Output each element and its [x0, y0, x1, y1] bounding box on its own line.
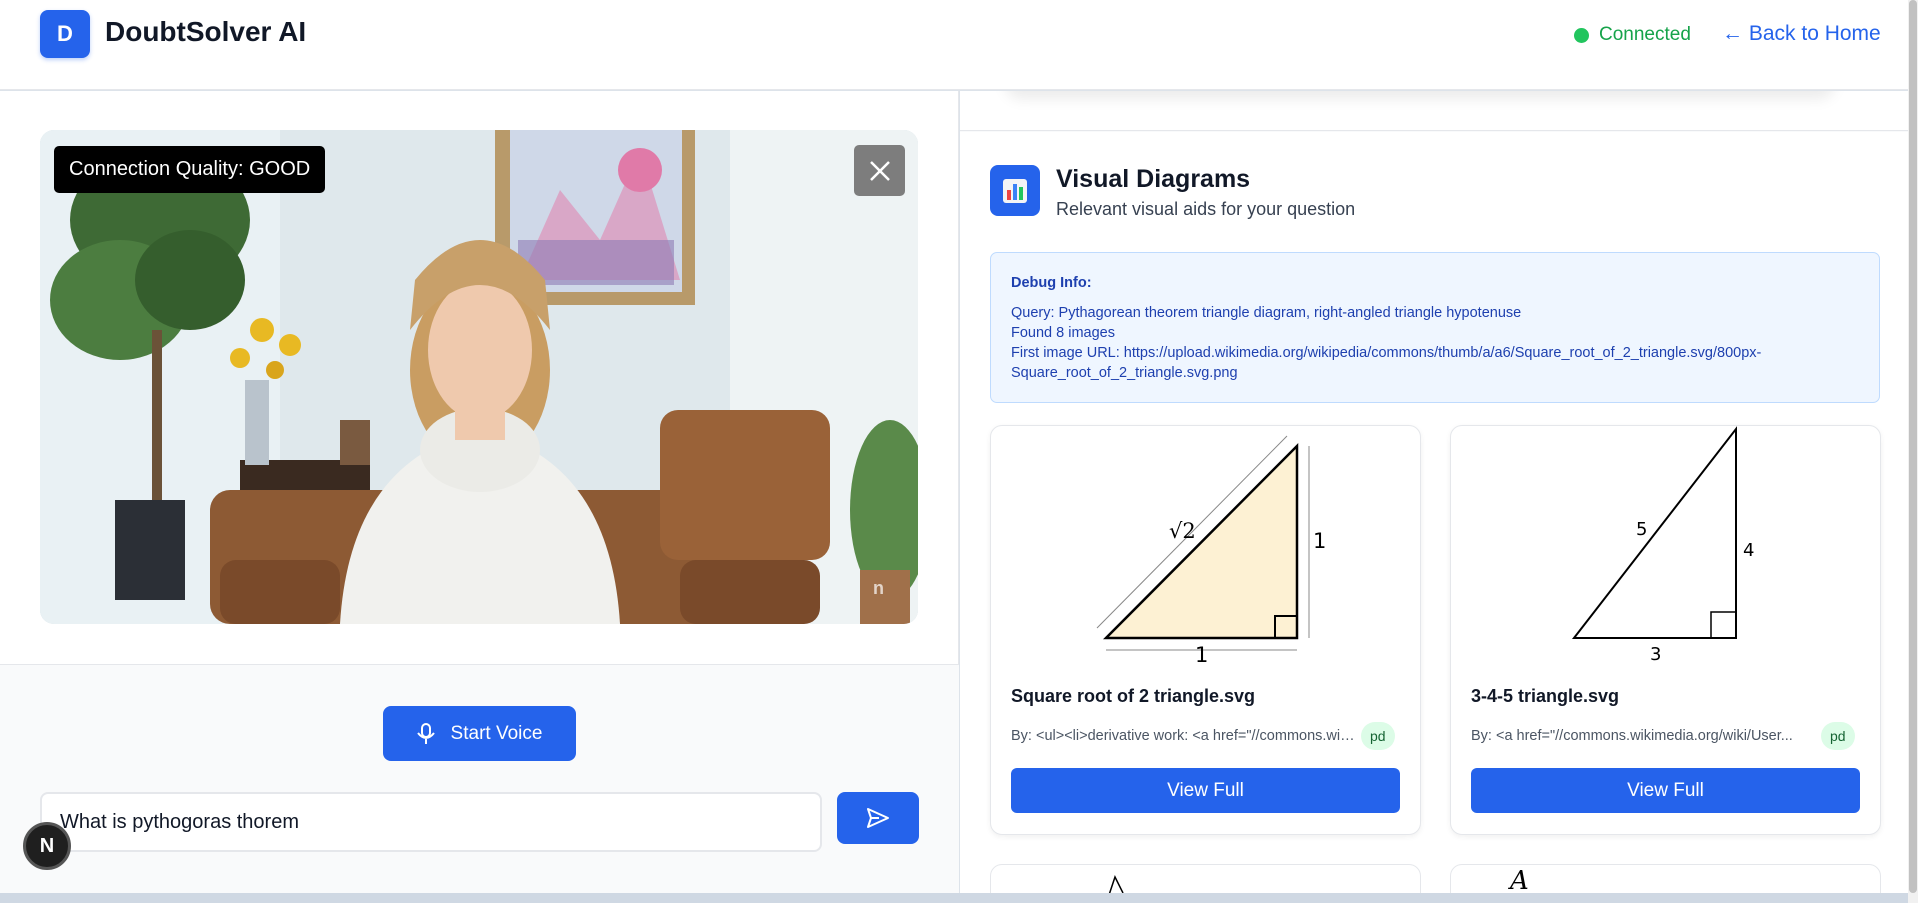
card-attribution: By: <ul><li>derivative work: <a href="//…: [1011, 728, 1361, 744]
start-voice-button[interactable]: Start Voice: [383, 706, 576, 761]
debug-query: Query: Pythagorean theorem triangle diag…: [1011, 305, 1522, 321]
connection-quality-badge: Connection Quality: GOOD: [54, 146, 326, 193]
side-label: 4: [1743, 540, 1754, 561]
close-icon: [869, 160, 890, 181]
vertex-label: A: [1508, 866, 1529, 893]
card-attribution: By: <a href="//commons.wikimedia.org/wik…: [1471, 728, 1793, 744]
connection-status: Connected: [1574, 24, 1691, 46]
visual-diagrams-subtitle: Relevant visual aids for your question: [1056, 199, 1356, 219]
diagram-thumbnail-partial: [1108, 875, 1124, 893]
app-logo: D: [40, 10, 90, 58]
3-4-5-triangle-image: 5 4 3: [1571, 426, 1754, 665]
license-badge: pd: [1361, 722, 1395, 750]
status-label: Connected: [1599, 24, 1691, 45]
question-input[interactable]: [40, 792, 822, 852]
debug-first-url: First image URL: https://upload.wikimedi…: [1011, 345, 1762, 381]
side-label: 1: [1313, 529, 1326, 553]
diagram-card-partial: [990, 864, 1421, 893]
back-to-home-link[interactable]: ← Back to Home: [1722, 22, 1881, 46]
visual-aids-pane: Visual Diagrams Relevant visual aids for…: [960, 91, 1908, 893]
avatar-pane: Connection Quality: GOOD n Start Voice: [0, 91, 959, 893]
visual-diagrams-panel: Visual Diagrams Relevant visual aids for…: [960, 132, 1908, 893]
hypotenuse-label: 5: [1636, 519, 1647, 540]
close-video-button[interactable]: [854, 145, 905, 196]
base-label: 1: [1195, 643, 1208, 666]
view-full-button[interactable]: View Full: [1011, 768, 1400, 813]
chart-emoji-icon: [1003, 178, 1027, 203]
microphone-icon: [416, 722, 435, 744]
horizontal-scrollbar[interactable]: [0, 893, 1908, 903]
base-label: 3: [1650, 644, 1661, 665]
license-badge: pd: [1821, 722, 1855, 750]
visual-diagrams-title: Visual Diagrams: [1056, 165, 1251, 193]
avatar-video-frame: [40, 130, 918, 624]
diagram-thumbnail-partial: A: [1508, 866, 1529, 893]
debug-info-box: Debug Info: Query: Pythagorean theorem t…: [990, 252, 1880, 403]
app-header: D DoubtSolver AI Connected ← Back to Hom…: [0, 0, 1908, 90]
square-root-of-2-triangle-image: √2 1 1: [1096, 435, 1326, 666]
card-title: Square root of 2 triangle.svg: [1011, 686, 1256, 706]
diagram-card: √2 1 1 Square root of 2 triangle.svg By:…: [990, 425, 1421, 835]
chat-controls: Start Voice: [0, 664, 959, 893]
vertical-scrollbar[interactable]: [1908, 0, 1918, 903]
bar-chart-icon: [990, 165, 1040, 216]
diagram-card: 5 4 3 3-4-5 triangle.svg By: <a href="//…: [1450, 425, 1881, 835]
status-dot-icon: [1574, 27, 1589, 43]
start-voice-label: Start Voice: [450, 722, 543, 744]
previous-section: [960, 91, 1908, 131]
hypotenuse-label: √2: [1169, 519, 1196, 543]
send-icon: [867, 808, 889, 828]
scrollbar-thumb[interactable]: [1909, 0, 1917, 893]
app-title: DoubtSolver AI: [105, 16, 307, 47]
view-full-button[interactable]: View Full: [1471, 768, 1860, 813]
debug-found-count: Found 8 images: [1011, 325, 1115, 341]
video-watermark: n: [873, 578, 884, 598]
avatar-video: Connection Quality: GOOD n: [40, 130, 918, 624]
framework-badge[interactable]: N: [23, 822, 71, 870]
debug-title: Debug Info:: [1011, 275, 1092, 291]
diagram-card-partial: A: [1450, 864, 1881, 893]
card-title: 3-4-5 triangle.svg: [1471, 686, 1620, 706]
send-button[interactable]: [837, 792, 919, 844]
